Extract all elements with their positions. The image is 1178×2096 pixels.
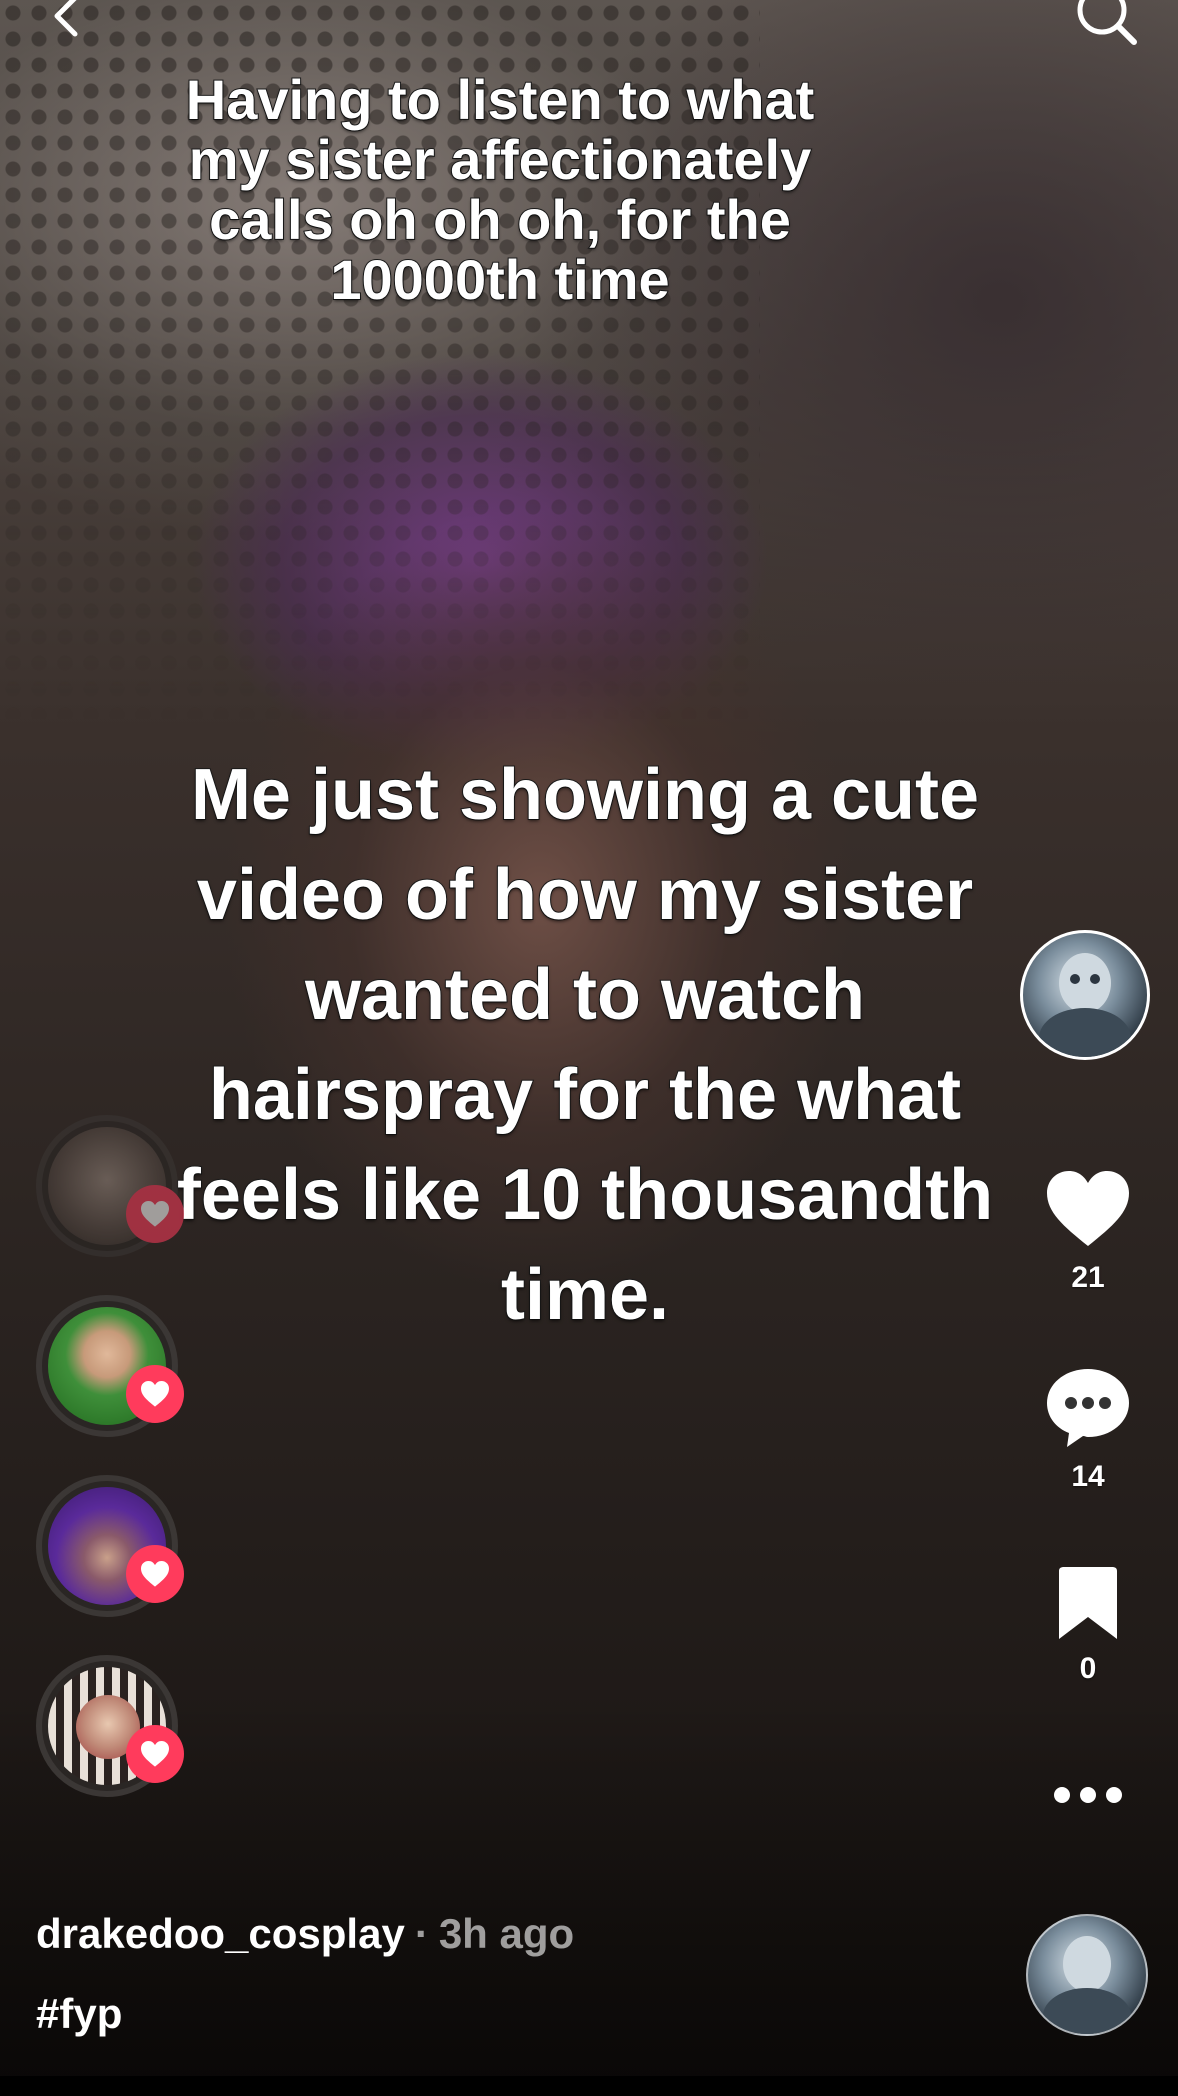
post-time: 3h ago [438, 1910, 575, 1957]
comment-count: 14 [1071, 1460, 1105, 1493]
creator-avatar-image [1039, 953, 1131, 1057]
heart-icon [141, 1381, 169, 1407]
hashtag-link[interactable]: #fyp [36, 1990, 122, 2038]
creator-avatar[interactable] [1020, 930, 1150, 1060]
comment-button[interactable]: 14 [1040, 1365, 1136, 1494]
bookmark-icon [1059, 1567, 1117, 1639]
post-author-line: drakedoo_cosplay · 3h ago [36, 1910, 574, 1958]
more-button[interactable] [1040, 1785, 1136, 1815]
like-count: 21 [1071, 1261, 1105, 1294]
heart-icon [141, 1201, 169, 1227]
back-arrow-icon [54, 0, 78, 37]
caption-center: Me just showing a cute video of how my s… [176, 754, 994, 1336]
like-button[interactable]: 21 [1040, 1168, 1136, 1295]
username-link[interactable]: drakedoo_cosplay [36, 1910, 405, 1957]
liker-avatar[interactable] [36, 1655, 184, 1797]
bookmark-button[interactable]: 0 [1040, 1565, 1136, 1686]
bookmark-count: 0 [1079, 1652, 1097, 1685]
bottom-bar [0, 2076, 1178, 2096]
liker-heart-badge [126, 1545, 184, 1603]
separator-dot: · [414, 1910, 429, 1957]
caption-top: Having to listen to what my sister affec… [185, 68, 815, 311]
liker-heart-badge [126, 1725, 184, 1783]
liker-heart-badge [126, 1185, 184, 1243]
sound-disc-avatar[interactable] [1026, 1914, 1148, 2036]
liker-avatar[interactable] [36, 1475, 184, 1617]
heart-icon [141, 1561, 169, 1587]
heart-icon [1047, 1171, 1129, 1246]
back-button[interactable] [40, 0, 90, 44]
more-icon [1054, 1787, 1122, 1803]
search-icon [1077, 0, 1137, 45]
liker-avatar[interactable] [36, 1115, 184, 1257]
sound-disc-image [1043, 1936, 1131, 2034]
liker-heart-badge [126, 1365, 184, 1423]
comment-icon [1047, 1369, 1129, 1447]
search-button[interactable] [1072, 0, 1142, 52]
heart-icon [141, 1741, 169, 1767]
liker-avatar[interactable] [36, 1295, 184, 1437]
